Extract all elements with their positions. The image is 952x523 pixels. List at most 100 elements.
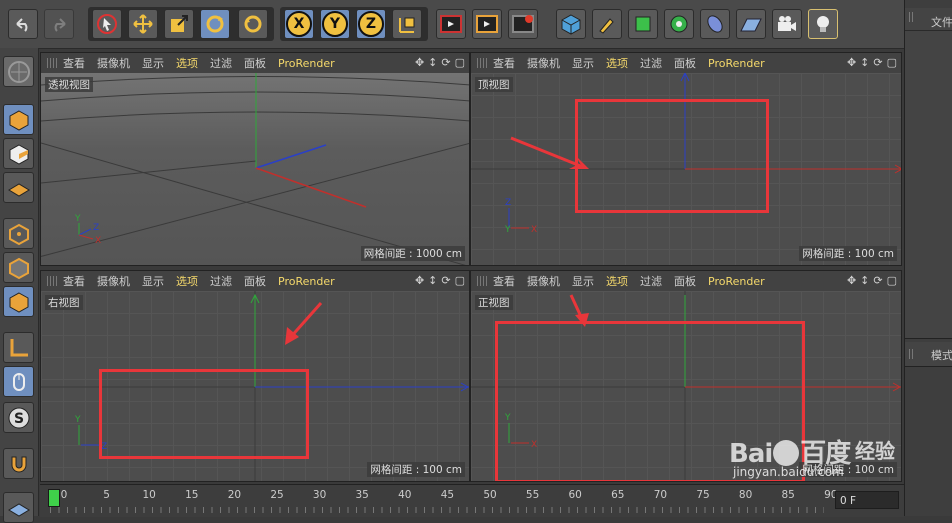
- svg-text:Z: Z: [505, 198, 511, 208]
- viewport-perspective[interactable]: 查看 摄像机 显示 选项 过滤 面板 ProRender ✥ ↕ ⟳ ▢ Y Z X: [40, 52, 470, 266]
- maximize-icon[interactable]: ▢: [887, 56, 897, 69]
- menu-cameras[interactable]: 摄像机: [97, 273, 130, 289]
- zoom-icon[interactable]: ↕: [860, 56, 869, 69]
- zoom-icon[interactable]: ↕: [860, 274, 869, 287]
- pan-icon[interactable]: ✥: [847, 56, 856, 69]
- menu-prorender[interactable]: ProRender: [278, 57, 335, 70]
- menu-panel[interactable]: 面板: [674, 55, 696, 71]
- menu-filter[interactable]: 过滤: [210, 273, 232, 289]
- pan-icon[interactable]: ✥: [415, 274, 424, 287]
- make-editable-button[interactable]: [3, 56, 34, 87]
- menu-options[interactable]: 选项: [606, 55, 628, 71]
- menu-display[interactable]: 显示: [142, 55, 164, 71]
- menu-display[interactable]: 显示: [572, 55, 594, 71]
- viewport-front[interactable]: 查看 摄像机 显示 选项 过滤 面板 ProRender ✥ ↕ ⟳ ▢ Y X 正视…: [470, 270, 902, 482]
- grip-icon[interactable]: [47, 58, 57, 68]
- mograph-cloner-button[interactable]: [664, 9, 694, 39]
- viewport-canvas[interactable]: Z Y X 顶视图 网格间距 : 100 cm: [471, 73, 901, 265]
- menu-cameras[interactable]: 摄像机: [97, 55, 130, 71]
- menu-panel[interactable]: 面板: [244, 55, 266, 71]
- select-tool-button[interactable]: [92, 9, 122, 39]
- redo-button[interactable]: [44, 9, 74, 39]
- menu-display[interactable]: 显示: [142, 273, 164, 289]
- texture-mode-button[interactable]: [3, 138, 34, 169]
- menu-panel[interactable]: 面板: [674, 273, 696, 289]
- undo-button[interactable]: [8, 9, 38, 39]
- workplane-mode-button[interactable]: [3, 172, 34, 203]
- floor-button[interactable]: [736, 9, 766, 39]
- grip-icon[interactable]: [477, 276, 487, 286]
- axis-mode-button[interactable]: [3, 332, 34, 363]
- menu-cameras[interactable]: 摄像机: [527, 55, 560, 71]
- maximize-icon[interactable]: ▢: [455, 56, 465, 69]
- menu-options[interactable]: 选项: [606, 273, 628, 289]
- grip-icon[interactable]: [909, 349, 915, 359]
- viewport-canvas[interactable]: Y X 正视图 网格间距 : 100 cm Bai 百度 经验 jingyan.b…: [471, 291, 901, 481]
- zoom-icon[interactable]: ↕: [428, 274, 437, 287]
- viewport-top[interactable]: 查看 摄像机 显示 选项 过滤 面板 ProRender ✥ ↕ ⟳ ▢ Z Y X …: [470, 52, 902, 266]
- menu-prorender[interactable]: ProRender: [708, 57, 765, 70]
- deformer-button[interactable]: [700, 9, 730, 39]
- magnet-button[interactable]: [3, 448, 34, 479]
- x-axis-button[interactable]: X: [284, 9, 314, 39]
- coordinate-system-button[interactable]: [392, 9, 422, 39]
- maximize-icon[interactable]: ▢: [887, 274, 897, 287]
- pan-icon[interactable]: ✥: [415, 56, 424, 69]
- menu-options[interactable]: 选项: [176, 55, 198, 71]
- viewport-right[interactable]: 查看 摄像机 显示 选项 过滤 面板 ProRender ✥ ↕ ⟳ ▢ Y Z 右视…: [40, 270, 470, 482]
- model-mode-button[interactable]: [3, 104, 34, 135]
- points-mode-button[interactable]: [3, 218, 34, 249]
- menu-panel[interactable]: 面板: [244, 273, 266, 289]
- menu-view[interactable]: 查看: [493, 273, 515, 289]
- grip-icon[interactable]: [909, 12, 915, 22]
- y-axis-icon: Y: [322, 11, 348, 37]
- playhead[interactable]: [48, 489, 60, 507]
- menu-filter[interactable]: 过滤: [640, 55, 662, 71]
- svg-text:Y: Y: [74, 415, 81, 425]
- rotate-view-icon[interactable]: ⟳: [873, 56, 882, 69]
- grip-icon[interactable]: [47, 276, 57, 286]
- zoom-icon[interactable]: ↕: [428, 56, 437, 69]
- tweak-mode-button[interactable]: [3, 366, 34, 397]
- spline-pen-button[interactable]: [592, 9, 622, 39]
- maximize-icon[interactable]: ▢: [455, 274, 465, 287]
- menu-cameras[interactable]: 摄像机: [527, 273, 560, 289]
- timeline[interactable]: 0 5 10 15 20 25 30 35 40 45 50 55 60 65 70 75 80 85 90 0 F: [40, 484, 904, 517]
- panel-tab-mode[interactable]: 模式: [931, 347, 952, 363]
- grip-icon[interactable]: [477, 58, 487, 68]
- scale-tool-button[interactable]: [164, 9, 194, 39]
- menu-filter[interactable]: 过滤: [210, 55, 232, 71]
- cube-object-button[interactable]: [556, 9, 586, 39]
- panel-tab-file[interactable]: 文件: [931, 14, 952, 30]
- rotate-view-icon[interactable]: ⟳: [873, 274, 882, 287]
- menu-prorender[interactable]: ProRender: [278, 275, 335, 288]
- recent-tool-button[interactable]: [238, 9, 268, 39]
- z-axis-button[interactable]: Z: [356, 9, 386, 39]
- subdivision-button[interactable]: [628, 9, 658, 39]
- rotate-view-icon[interactable]: ⟳: [441, 274, 450, 287]
- render-settings-button[interactable]: [508, 9, 538, 39]
- light-button[interactable]: [808, 9, 838, 39]
- menu-view[interactable]: 查看: [63, 55, 85, 71]
- render-to-picture-viewer-button[interactable]: [472, 9, 502, 39]
- viewport-canvas[interactable]: Y Z 右视图 网格间距 : 100 cm: [41, 291, 469, 481]
- snap-button[interactable]: S: [3, 402, 34, 433]
- polygons-mode-button[interactable]: [3, 286, 34, 317]
- edges-mode-button[interactable]: [3, 252, 34, 283]
- current-frame-field[interactable]: 0 F: [835, 491, 899, 509]
- render-view-button[interactable]: [436, 9, 466, 39]
- menu-view[interactable]: 查看: [493, 55, 515, 71]
- move-tool-button[interactable]: [128, 9, 158, 39]
- menu-options[interactable]: 选项: [176, 273, 198, 289]
- workplane-grid-button[interactable]: [3, 492, 34, 523]
- menu-filter[interactable]: 过滤: [640, 273, 662, 289]
- pan-icon[interactable]: ✥: [847, 274, 856, 287]
- rotate-tool-button[interactable]: [200, 9, 230, 39]
- menu-prorender[interactable]: ProRender: [708, 275, 765, 288]
- camera-button[interactable]: [772, 9, 802, 39]
- rotate-view-icon[interactable]: ⟳: [441, 56, 450, 69]
- viewport-canvas[interactable]: Y Z X 透视视图 网格间距 : 1000 cm: [41, 73, 469, 265]
- menu-display[interactable]: 显示: [572, 273, 594, 289]
- menu-view[interactable]: 查看: [63, 273, 85, 289]
- y-axis-button[interactable]: Y: [320, 9, 350, 39]
